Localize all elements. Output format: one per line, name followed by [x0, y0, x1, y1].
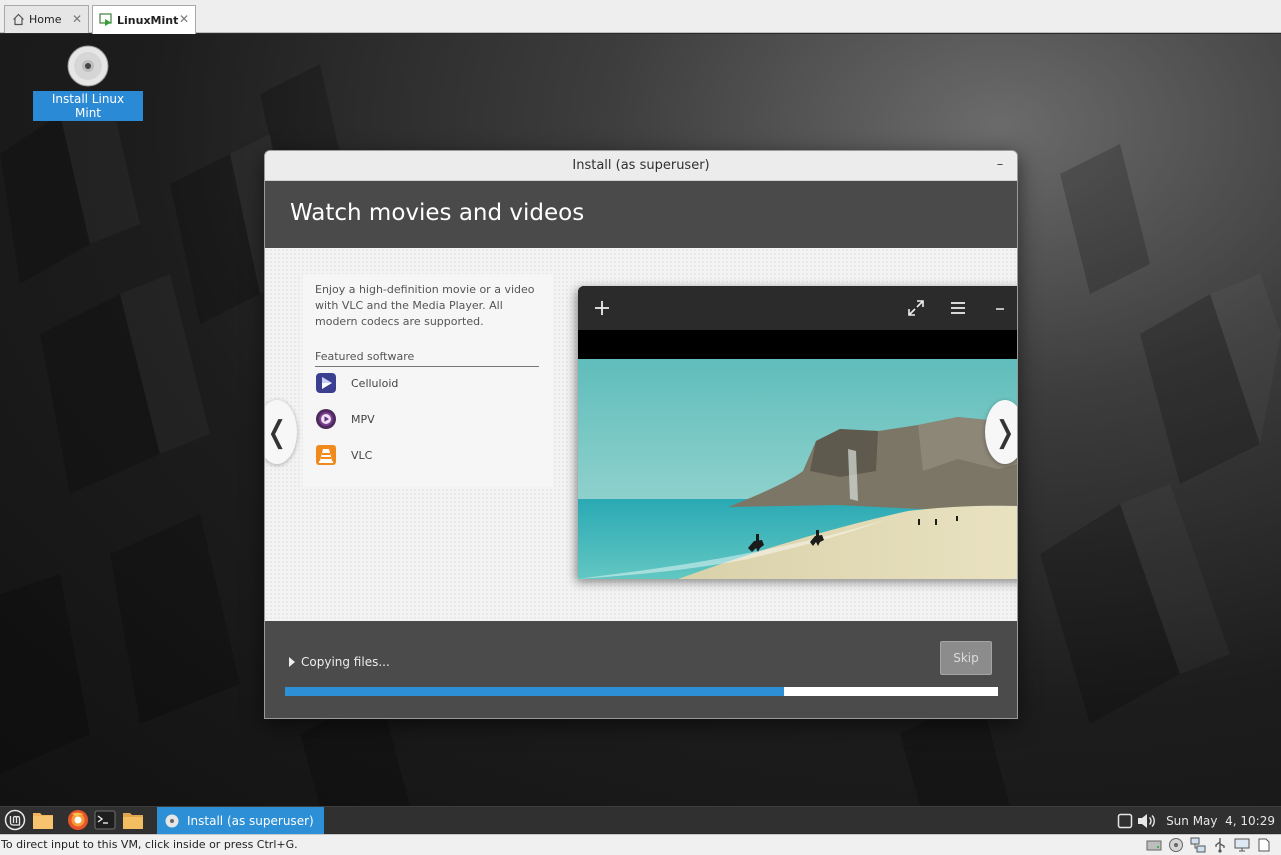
taskbar-window-label: Install (as superuser) — [187, 813, 314, 828]
display-icon[interactable] — [1233, 837, 1251, 853]
vm-status-bar: To direct input to this VM, click inside… — [0, 834, 1281, 855]
featured-app-celluloid: Celluloid — [315, 371, 398, 395]
tab-linuxmint[interactable]: LinuxMint ✕ — [92, 5, 196, 34]
taskbar-window-install[interactable]: Install (as superuser) — [157, 807, 324, 834]
celluloid-icon — [315, 372, 337, 394]
resize-grip-icon[interactable] — [1255, 837, 1273, 853]
add-icon — [590, 296, 614, 320]
mint-menu-icon[interactable] — [4, 809, 26, 831]
files-icon[interactable] — [32, 809, 54, 831]
firefox-icon[interactable] — [67, 809, 89, 831]
progress-fill — [285, 687, 785, 696]
system-tray: Sun May 4, 10:29 — [1114, 807, 1281, 834]
status-text: Copying files... — [301, 655, 390, 669]
progress-bar — [285, 687, 998, 696]
workspace-icon[interactable] — [1114, 810, 1136, 832]
mpv-icon — [315, 408, 337, 430]
home-icon — [11, 13, 25, 27]
tab-home-label: Home — [29, 13, 62, 26]
minimize-icon — [988, 296, 1012, 320]
featured-app-name: MPV — [351, 412, 375, 426]
cd-drive-icon[interactable] — [1167, 837, 1185, 853]
desktop-icon-label: Install Linux Mint — [33, 91, 143, 121]
clock[interactable]: Sun May 4, 10:29 — [1166, 814, 1275, 828]
close-icon[interactable]: ✕ — [72, 12, 82, 26]
install-linux-mint-desktop-icon[interactable]: Install Linux Mint — [33, 45, 143, 121]
featured-app-mpv: MPV — [315, 407, 375, 431]
next-slide-button[interactable]: ❭ — [985, 400, 1017, 464]
window-title: Install (as superuser) — [572, 158, 710, 173]
slide-info-box: Enjoy a high-definition movie or a video… — [303, 274, 553, 487]
status-expander[interactable]: Copying files... — [289, 655, 390, 669]
previous-slide-button[interactable]: ❬ — [265, 400, 297, 464]
slide-headline: Watch movies and videos — [290, 200, 585, 226]
tab-home[interactable]: Home ✕ — [4, 5, 89, 33]
featured-app-vlc: VLC — [315, 443, 372, 467]
featured-software-heading: Featured software — [315, 350, 539, 367]
installer-window: Install (as superuser) – Watch movies an… — [264, 150, 1018, 719]
taskbar: Install (as superuser) Sun May 4, 10:29 — [0, 806, 1281, 834]
vm-tab-strip: Home ✕ LinuxMint ✕ — [0, 0, 1281, 34]
disc-icon — [67, 45, 109, 87]
letterbox-band — [578, 330, 1017, 359]
hard-disk-icon[interactable] — [1145, 837, 1163, 853]
slide-header: Watch movies and videos — [265, 181, 1017, 248]
slideshow-area: Enjoy a high-definition movie or a video… — [265, 248, 1017, 621]
vm-input-hint: To direct input to this VM, click inside… — [1, 838, 298, 851]
expander-triangle-icon — [289, 657, 295, 667]
vm-device-icons — [1145, 837, 1273, 853]
volume-icon[interactable] — [1136, 810, 1158, 832]
tab-linuxmint-label: LinuxMint — [117, 13, 179, 27]
window-titlebar[interactable]: Install (as superuser) – — [265, 151, 1017, 181]
vlc-icon — [315, 444, 337, 466]
featured-app-name: VLC — [351, 448, 373, 462]
video-frame — [578, 359, 1017, 579]
disc-icon — [165, 814, 179, 828]
vm-running-icon — [99, 13, 113, 27]
terminal-icon[interactable] — [94, 809, 116, 831]
install-progress-panel: Copying files... Skip — [265, 621, 1017, 718]
minimize-button[interactable]: – — [991, 156, 1009, 174]
slide-description: Enjoy a high-definition movie or a video… — [315, 283, 535, 328]
usb-icon[interactable] — [1211, 837, 1229, 853]
skip-button[interactable]: Skip — [940, 641, 992, 675]
network-icon[interactable] — [1189, 837, 1207, 853]
player-toolbar — [578, 286, 1017, 330]
fullscreen-icon — [904, 296, 928, 320]
video-player-preview — [578, 286, 1017, 579]
menu-icon — [946, 296, 970, 320]
folder-icon[interactable] — [122, 809, 144, 831]
featured-app-name: Celluloid — [351, 376, 399, 390]
close-icon[interactable]: ✕ — [179, 12, 189, 26]
